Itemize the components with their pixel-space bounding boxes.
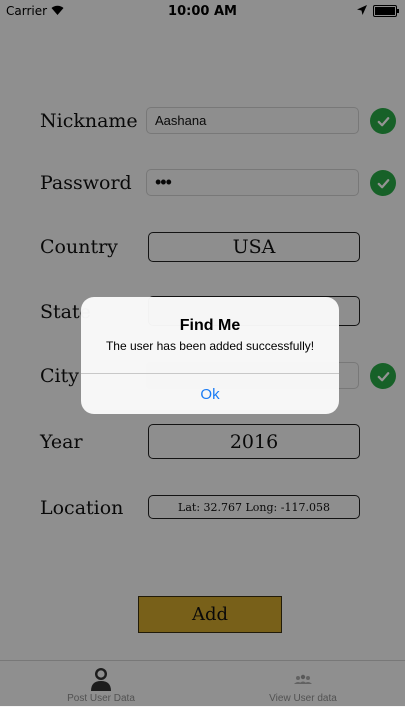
alert-title: Find Me xyxy=(179,317,241,334)
screen: Carrier 10:00 AM Nickname Aashana Passwo… xyxy=(0,0,405,707)
alert-message: The user has been added successfully! xyxy=(105,339,315,353)
alert-dialog: Find Me The user has been added successf… xyxy=(81,297,339,414)
ok-button[interactable]: Ok xyxy=(81,374,339,414)
